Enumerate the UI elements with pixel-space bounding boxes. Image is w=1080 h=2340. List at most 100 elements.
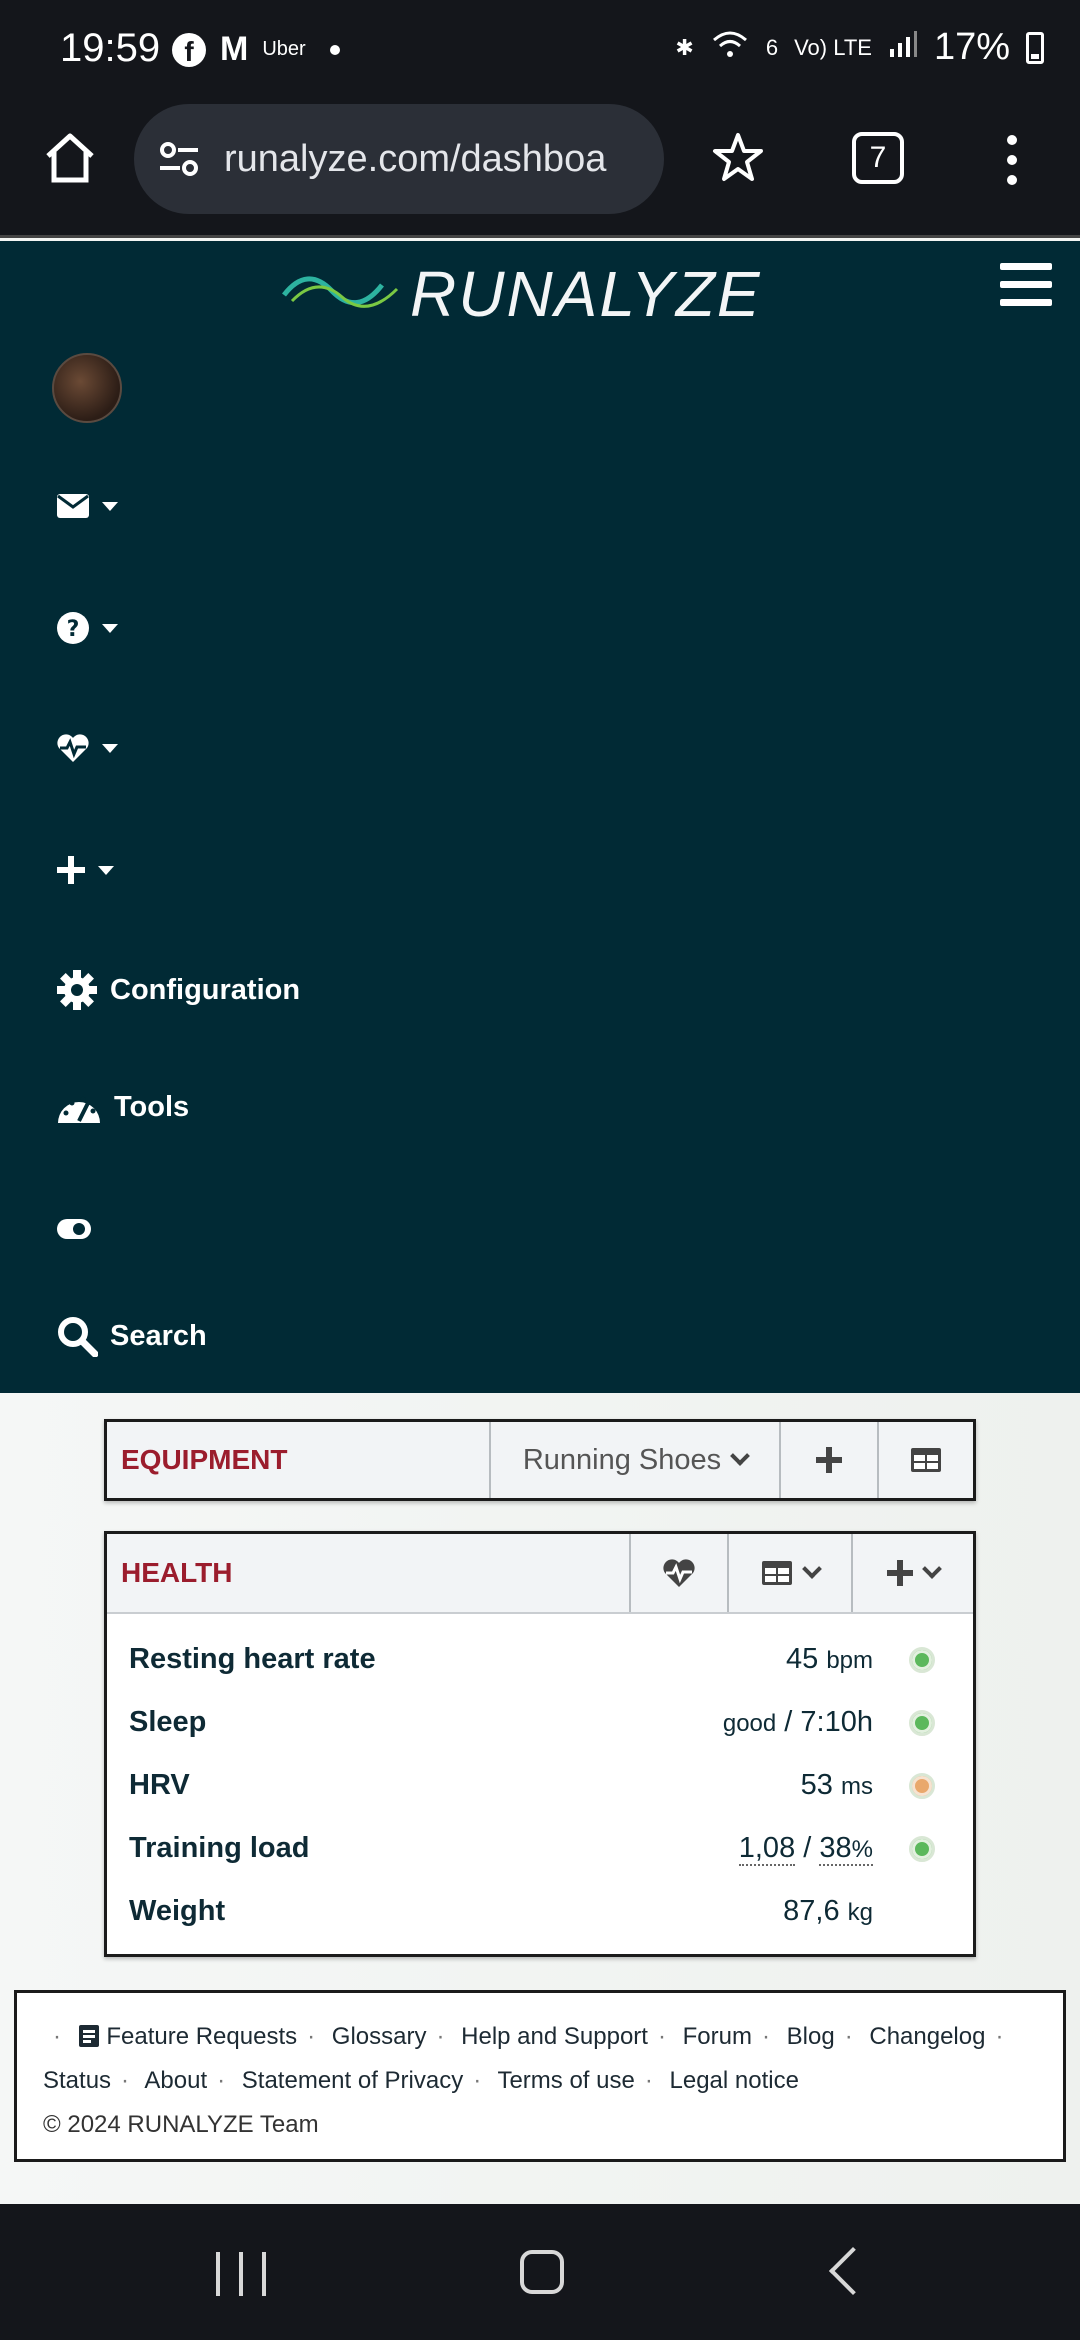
health-row-training-load: Training load 1,08 / 38%: [107, 1817, 973, 1880]
health-table-dropdown[interactable]: [727, 1534, 851, 1612]
wifi-icon: [710, 28, 750, 68]
nav-health[interactable]: [56, 733, 118, 763]
footer-link-status[interactable]: Status: [43, 2067, 111, 2094]
footer-link-blog[interactable]: Blog: [787, 2023, 835, 2050]
battery-level: 17%: [933, 26, 1010, 68]
health-row-sleep: Sleep good / 7:10h: [107, 1691, 973, 1754]
equipment-table-button[interactable]: [877, 1422, 973, 1498]
facebook-icon: f: [172, 32, 206, 67]
plus-icon: [887, 1560, 913, 1586]
hamburger-menu-icon[interactable]: [1000, 263, 1052, 309]
main-nav-panel: RUNALYZE ? Configuration Tools Search: [0, 241, 1080, 1393]
tachometer-icon: [58, 1096, 100, 1123]
table-icon: [911, 1448, 941, 1472]
system-back-button[interactable]: [828, 2246, 878, 2296]
health-value[interactable]: 1,08 / 38%: [738, 1832, 873, 1866]
health-value: good / 7:10h: [722, 1706, 873, 1738]
volte-label: Vo) LTE: [794, 34, 872, 60]
health-value: 53 ms: [800, 1769, 873, 1801]
wifi-6-label: 6: [765, 34, 779, 60]
footer-link-glossary[interactable]: Glossary: [332, 2023, 427, 2050]
bookmark-star-icon[interactable]: [710, 130, 766, 186]
equipment-type-dropdown[interactable]: Running Shoes: [489, 1422, 779, 1498]
svg-text:?: ?: [67, 617, 80, 642]
site-settings-icon[interactable]: [156, 135, 204, 183]
theme-toggle[interactable]: [56, 1217, 92, 1241]
search-icon: [58, 1317, 98, 1357]
health-list: Resting heart rate 45 bpm Sleep good / 7…: [107, 1612, 973, 1943]
equipment-panel: EQUIPMENT Running Shoes: [104, 1419, 976, 1501]
health-label: Weight: [129, 1895, 226, 1927]
question-circle-icon: ?: [57, 612, 89, 644]
health-row-weight: Weight 87,6 kg: [107, 1880, 973, 1943]
site-footer: · Feature Requests · Glossary · Help and S…: [14, 1990, 1066, 2162]
footer-link-forum[interactable]: Forum: [683, 2023, 752, 2050]
nav-configuration-label: Configuration: [110, 973, 301, 1006]
chevron-down-icon: [802, 1559, 822, 1579]
system-navigation-bar: [0, 2204, 1080, 2340]
system-icons: ✱ 6 Vo) LTE 17%: [675, 26, 1044, 69]
footer-link-help[interactable]: Help and Support: [461, 2023, 648, 2050]
health-panel: HEALTH Resting heart rate 45 bpm Sleep g: [104, 1531, 976, 1957]
health-value: 87,6 kg: [783, 1895, 873, 1927]
footer-link-changelog[interactable]: Changelog: [869, 2023, 985, 2050]
nav-search[interactable]: Search: [56, 1315, 207, 1357]
uber-icon: Uber: [262, 38, 306, 60]
system-home-button[interactable]: [520, 2250, 564, 2294]
add-equipment-button[interactable]: [779, 1422, 877, 1498]
recent-apps-button[interactable]: [216, 2252, 266, 2296]
nav-configuration[interactable]: Configuration: [56, 969, 300, 1011]
footer-copyright: © 2024 RUNALYZE Team: [43, 2111, 319, 2138]
address-bar[interactable]: runalyze.com/dashboa: [134, 104, 664, 214]
nav-tools[interactable]: Tools: [56, 1089, 189, 1125]
gmail-icon: M: [220, 30, 249, 68]
nav-tools-label: Tools: [114, 1090, 190, 1123]
status-time: 19:59: [60, 26, 161, 70]
runalyze-logo[interactable]: RUNALYZE: [282, 255, 802, 330]
heartbeat-icon: [57, 734, 89, 762]
health-add-dropdown[interactable]: [851, 1534, 973, 1612]
chevron-down-icon: [730, 1446, 751, 1466]
health-label: HRV: [129, 1769, 190, 1801]
health-heart-button[interactable]: [629, 1534, 727, 1612]
footer-link-terms[interactable]: Terms of use: [497, 2067, 634, 2094]
gear-icon: [57, 970, 97, 1010]
plus-icon: [57, 856, 85, 884]
battery-icon: [1026, 31, 1044, 64]
status-green-dot: [909, 1709, 935, 1736]
chevron-down-icon: [102, 623, 118, 633]
equipment-selected: Running Shoes: [522, 1443, 722, 1476]
document-icon: [78, 2025, 99, 2047]
plus-icon: [816, 1447, 842, 1473]
more-notifications-icon: [329, 44, 340, 55]
health-label: Sleep: [129, 1706, 207, 1738]
footer-link-privacy[interactable]: Statement of Privacy: [242, 2067, 463, 2094]
url-text[interactable]: runalyze.com/dashboa: [224, 138, 654, 181]
chevron-down-icon: [922, 1559, 942, 1579]
avatar[interactable]: [52, 353, 122, 423]
nav-help[interactable]: ?: [56, 611, 118, 645]
footer-links: · Feature Requests · Glossary · Help and S…: [43, 2023, 1004, 2094]
footer-link-feature-requests[interactable]: Feature Requests: [106, 2023, 297, 2050]
status-bar: 19:59 f M Uber ✱ 6 Vo) LTE 17%: [0, 0, 1080, 100]
more-vert-icon[interactable]: [998, 130, 1026, 190]
nav-search-label: Search: [110, 1319, 207, 1352]
health-row-hrv: HRV 53 ms: [107, 1754, 973, 1817]
table-icon: [762, 1561, 792, 1585]
tab-switcher-button[interactable]: 7: [852, 132, 904, 184]
footer-link-about[interactable]: About: [144, 2067, 207, 2094]
footer-link-legal[interactable]: Legal notice: [670, 2067, 799, 2094]
chevron-down-icon: [102, 501, 118, 511]
status-green-dot: [909, 1646, 935, 1673]
nav-messages[interactable]: [56, 493, 118, 519]
home-icon[interactable]: [40, 128, 100, 188]
nav-add[interactable]: [56, 855, 114, 885]
status-green-dot: [909, 1835, 935, 1862]
equipment-title: EQUIPMENT: [121, 1444, 288, 1475]
health-label: Resting heart rate: [129, 1643, 376, 1675]
envelope-icon: [57, 494, 89, 518]
notification-icons: f M Uber: [172, 30, 340, 69]
chevron-down-icon: [102, 743, 118, 753]
health-title: HEALTH: [121, 1557, 233, 1588]
health-value: 45 bpm: [785, 1643, 873, 1675]
